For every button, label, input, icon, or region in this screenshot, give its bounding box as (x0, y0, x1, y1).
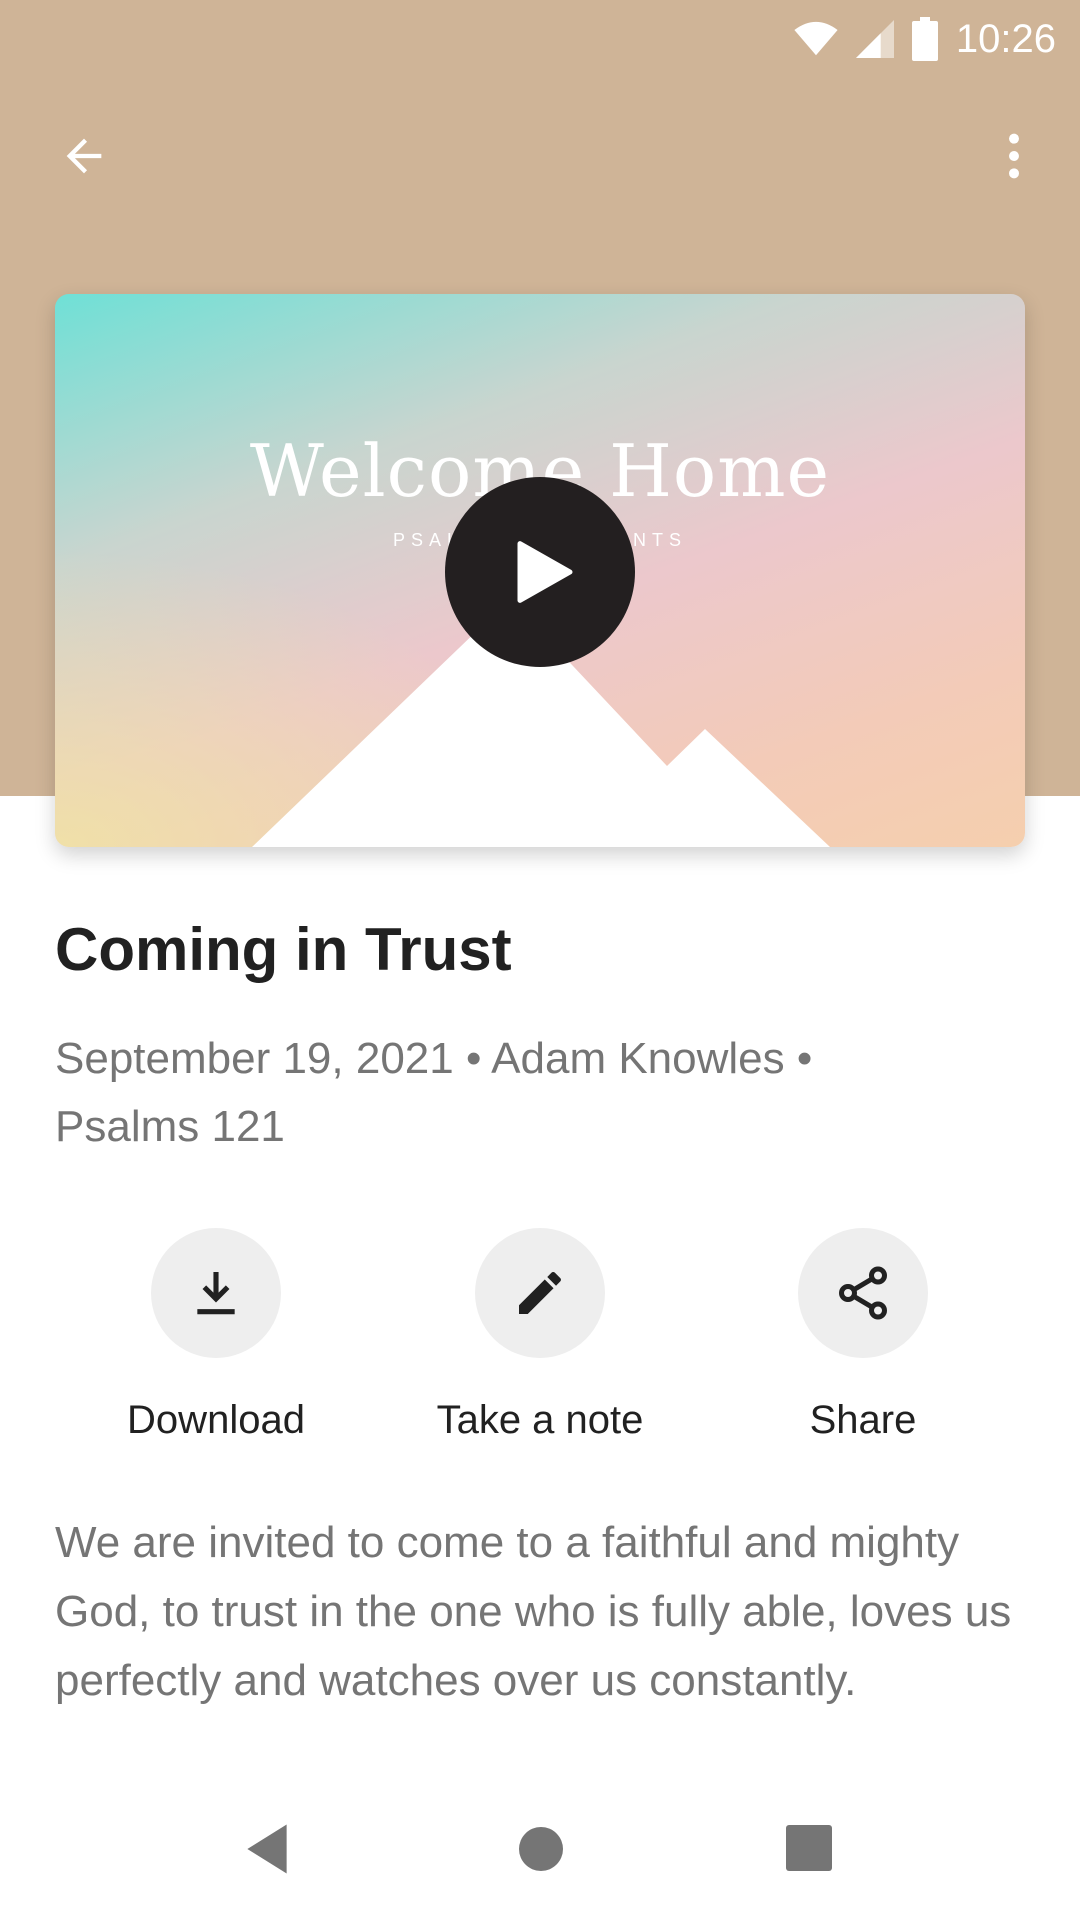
share-label: Share (809, 1398, 917, 1442)
sermon-title: Coming in Trust (55, 916, 512, 983)
clock: 10:26 (955, 16, 1056, 61)
nav-recents-icon (786, 1825, 832, 1871)
nav-home-button[interactable] (516, 1824, 566, 1879)
download-button[interactable]: Download (66, 1228, 366, 1443)
more-vert-icon (1009, 133, 1019, 179)
sermon-passage: Psalms 121 (55, 1102, 285, 1151)
nav-recents-button[interactable] (786, 1825, 832, 1876)
download-label: Download (127, 1398, 305, 1442)
arrow-back-icon (66, 138, 102, 174)
share-button[interactable]: Share (713, 1228, 1013, 1443)
nav-back-icon (247, 1824, 287, 1874)
nav-home-icon (519, 1827, 563, 1871)
play-icon (517, 541, 573, 603)
more-options-button[interactable] (978, 120, 1050, 192)
take-note-button[interactable]: Take a note (390, 1228, 690, 1443)
system-nav-bar (0, 1800, 1080, 1920)
sermon-date-speaker: September 19, 2021 • Adam Knowles • (55, 1034, 813, 1083)
nav-back-button[interactable] (242, 1822, 292, 1881)
cell-signal-icon (855, 20, 894, 58)
download-icon (197, 1272, 235, 1315)
battery-icon (911, 17, 938, 61)
play-button[interactable] (445, 477, 635, 667)
back-button[interactable] (48, 120, 120, 192)
sermon-meta: September 19, 2021 • Adam Knowles • Psal… (55, 1025, 955, 1161)
wifi-icon (794, 21, 838, 56)
pencil-icon (519, 1271, 561, 1314)
take-note-label: Take a note (436, 1398, 644, 1442)
status-bar: 10:26 (794, 12, 1056, 66)
sermon-description: We are invited to come to a faithful and… (55, 1518, 1012, 1705)
share-icon (839, 1266, 887, 1320)
